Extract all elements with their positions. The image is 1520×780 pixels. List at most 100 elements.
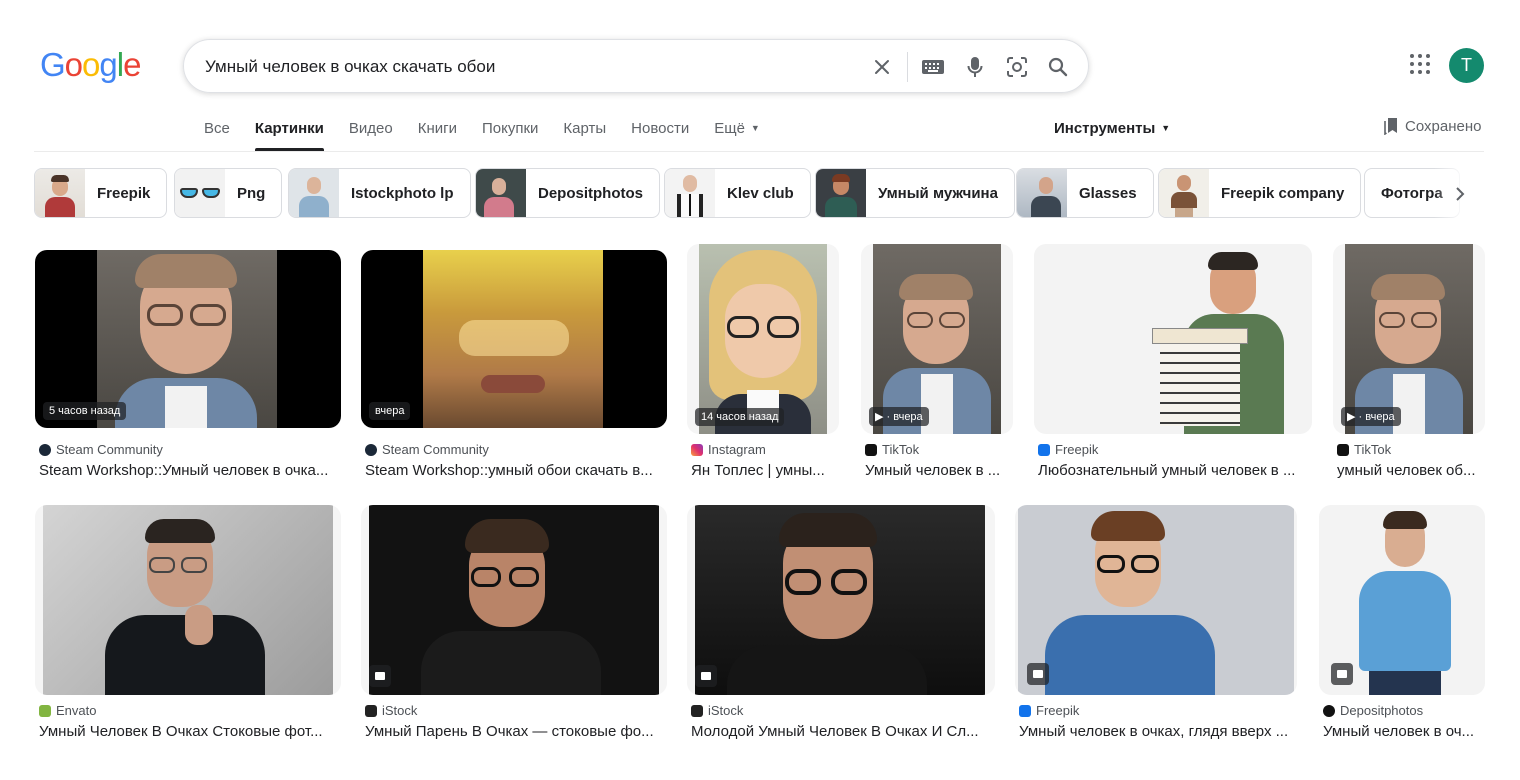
result-title[interactable]: Ян Топлес | умны...	[691, 462, 839, 479]
result-title[interactable]: Умный Парень В Очках — стоковые фо...	[365, 723, 665, 740]
logo-letter: o	[82, 46, 100, 83]
saved-button[interactable]: Сохранено	[1383, 117, 1481, 135]
logo-letter: g	[99, 46, 117, 83]
chip-freepik-company[interactable]: Freepik company	[1158, 168, 1362, 218]
chip-smart-man[interactable]: Умный мужчина	[815, 168, 1015, 218]
image-icon	[695, 665, 717, 687]
caret-down-icon: ▼	[750, 123, 760, 133]
chip-depositphotos[interactable]: Depositphotos	[475, 168, 660, 218]
image-result[interactable]: вчера Steam Community Steam Workshop::ум…	[361, 250, 667, 480]
chip-label: Png	[237, 184, 266, 202]
logo-letter: e	[123, 46, 141, 83]
tab-all[interactable]: Все	[204, 119, 230, 151]
tools-button[interactable]: Инструменты ▼	[1054, 120, 1170, 137]
tab-label: Карты	[563, 120, 607, 137]
image-result[interactable]: ▶ · вчера TikTok Умный человек в ...	[861, 244, 1013, 480]
istock-icon	[365, 704, 377, 717]
account-avatar[interactable]: T	[1449, 48, 1484, 83]
tab-more[interactable]: Ещё ▼	[714, 119, 760, 151]
result-source[interactable]: Steam Community	[39, 442, 163, 457]
time-badge: 14 часов назад	[695, 408, 785, 426]
result-image	[361, 505, 667, 695]
chip-glasses[interactable]: Glasses	[1016, 168, 1154, 218]
image-result[interactable]: Freepik Любознательный умный человек в .…	[1034, 244, 1312, 480]
source-name: TikTok	[882, 442, 920, 457]
chip-thumbnail	[476, 169, 526, 217]
logo-letter: o	[64, 46, 83, 83]
result-source[interactable]: Freepik	[1038, 442, 1098, 457]
camera-lens-icon[interactable]	[1004, 54, 1030, 80]
keyboard-icon[interactable]	[920, 54, 946, 80]
result-source[interactable]: iStock	[365, 703, 417, 718]
tab-news[interactable]: Новости	[631, 119, 689, 151]
apps-grid-icon[interactable]	[1408, 52, 1432, 76]
result-source[interactable]: iStock	[691, 703, 743, 718]
tab-maps[interactable]: Карты	[563, 119, 606, 151]
tab-label: Видео	[348, 120, 393, 137]
play-icon: ▶	[875, 411, 887, 423]
google-logo[interactable]: Google	[40, 46, 141, 84]
result-title[interactable]: Молодой Умный Человек В Очках И Сл...	[691, 723, 991, 740]
tab-images[interactable]: Картинки	[254, 119, 324, 151]
image-result[interactable]: Depositphotos Умный человек в оч...	[1319, 505, 1485, 745]
istock-icon	[691, 704, 703, 717]
chip-thumbnail	[665, 169, 715, 217]
image-result[interactable]: 14 часов назад Instagram Ян Топлес | умн…	[687, 244, 839, 480]
chip-png[interactable]: Png	[174, 168, 283, 218]
chip-klev-club[interactable]: Klev club	[664, 168, 811, 218]
result-source[interactable]: Instagram	[691, 442, 766, 457]
image-result[interactable]: iStock Умный Парень В Очках — стоковые ф…	[361, 505, 667, 745]
source-name: TikTok	[1354, 442, 1392, 457]
result-title[interactable]: умный человек об...	[1337, 462, 1485, 479]
chevron-right-icon[interactable]	[1448, 184, 1472, 204]
result-title[interactable]: Steam Workshop::Умный человек в очка...	[39, 462, 339, 479]
result-title[interactable]: Умный Человек В Очках Стоковые фот...	[39, 723, 339, 740]
source-name: iStock	[708, 703, 744, 718]
result-title[interactable]: Любознательный умный человек в ...	[1038, 462, 1308, 479]
result-source[interactable]: TikTok	[1337, 442, 1391, 457]
result-image: ▶ · вчера	[1333, 244, 1485, 434]
image-result[interactable]: 5 часов назад Steam Community Steam Work…	[35, 250, 341, 480]
search-icon[interactable]	[1045, 54, 1071, 80]
tiktok-icon	[865, 443, 877, 456]
search-box[interactable]: Умный человек в очках скачать обои	[183, 39, 1089, 93]
result-title[interactable]: Умный человек в ...	[865, 462, 1013, 479]
image-result[interactable]: ▶ · вчера TikTok умный человек об...	[1333, 244, 1485, 480]
result-image: 14 часов назад	[687, 244, 839, 434]
search-input[interactable]: Умный человек в очках скачать обои	[205, 57, 495, 77]
chip-thumbnail	[289, 169, 339, 217]
clear-icon[interactable]	[869, 54, 895, 80]
header-divider	[34, 151, 1484, 152]
source-name: Steam Community	[382, 442, 489, 457]
result-image	[1319, 505, 1485, 695]
result-source[interactable]: Freepik	[1019, 703, 1079, 718]
tab-books[interactable]: Книги	[418, 119, 457, 151]
tab-shopping[interactable]: Покупки	[482, 119, 538, 151]
chip-istockphoto[interactable]: Istockphoto lp	[288, 168, 471, 218]
image-icon	[1027, 663, 1049, 685]
image-result[interactable]: Freepik Умный человек в очках, глядя вве…	[1015, 505, 1297, 745]
image-result[interactable]: Envato Умный Человек В Очках Стоковые фо…	[35, 505, 341, 745]
saved-label: Сохранено	[1405, 117, 1482, 135]
result-source[interactable]: Depositphotos	[1323, 703, 1423, 718]
tab-video[interactable]: Видео	[349, 119, 393, 151]
source-name: Freepik	[1036, 703, 1080, 718]
chip-label: Depositphotos	[538, 184, 643, 202]
tab-label: Ещё	[714, 120, 745, 137]
result-source[interactable]: Steam Community	[365, 442, 489, 457]
tools-label: Инструменты	[1054, 120, 1156, 137]
result-source[interactable]: Envato	[39, 703, 96, 718]
result-title[interactable]: Умный человек в оч...	[1323, 723, 1485, 740]
avatar-initial: T	[1461, 55, 1472, 75]
chip-thumbnail	[1159, 169, 1209, 217]
chip-freepik[interactable]: Freepik	[34, 168, 168, 218]
chip-label: Freepik company	[1221, 184, 1345, 202]
result-title[interactable]: Steam Workshop::умный обои скачать в...	[365, 462, 665, 479]
result-source[interactable]: TikTok	[865, 442, 919, 457]
image-result[interactable]: iStock Молодой Умный Человек В Очках И С…	[687, 505, 995, 745]
chip-label: Freepik	[97, 184, 151, 202]
time-badge: вчера	[369, 402, 411, 420]
microphone-icon[interactable]	[962, 54, 988, 80]
source-name: iStock	[382, 703, 418, 718]
result-title[interactable]: Умный человек в очках, глядя вверх ...	[1019, 723, 1295, 740]
